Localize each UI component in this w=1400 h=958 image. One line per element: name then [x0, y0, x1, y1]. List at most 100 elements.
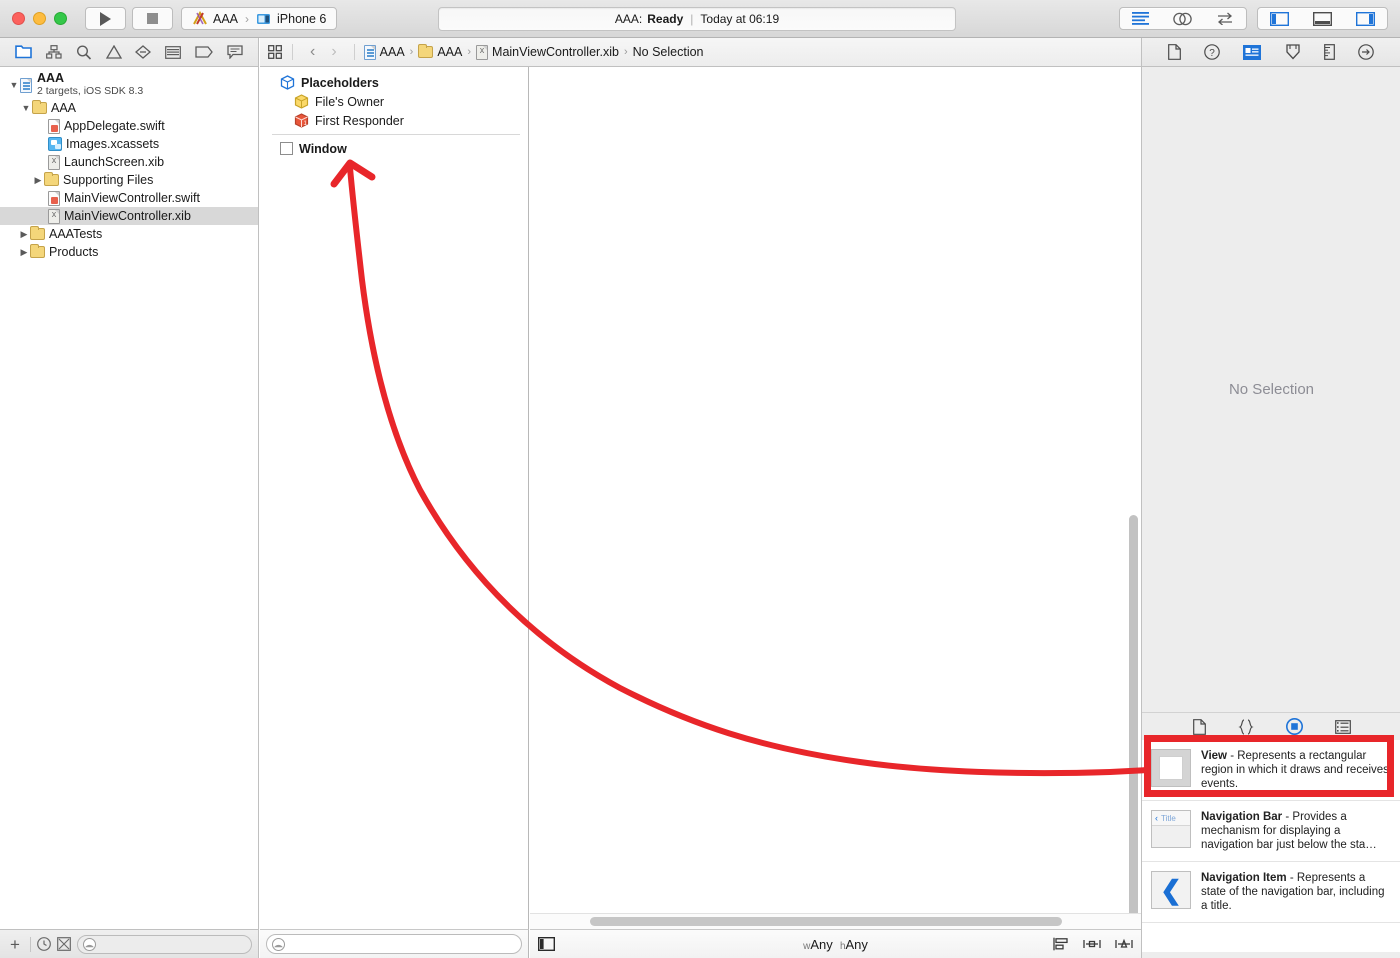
pin-button[interactable] — [1083, 937, 1101, 951]
lines-icon — [1132, 12, 1149, 25]
object-library-list[interactable]: View - Represents a rectangular region i… — [1142, 740, 1400, 952]
disclosure-triangle[interactable]: ▼ — [20, 103, 32, 113]
toggle-navigator-button[interactable] — [1258, 8, 1301, 29]
connections-inspector-tab[interactable] — [1358, 44, 1375, 60]
outline-row-placeholders[interactable]: Placeholders — [260, 73, 528, 92]
toggle-utilities-button[interactable] — [1344, 8, 1387, 29]
library-item-view[interactable]: View - Represents a rectangular region i… — [1142, 740, 1400, 801]
align-button[interactable] — [1053, 937, 1069, 951]
toggle-debug-area-button[interactable] — [1301, 8, 1344, 29]
library-item-navigation-bar[interactable]: ‹ Title Navigation Bar - Provides a mech… — [1142, 801, 1400, 862]
traffic-lights — [12, 12, 67, 25]
outline-row-files-owner[interactable]: File's Owner — [260, 92, 528, 111]
navigate-forward-button[interactable]: › — [323, 43, 344, 61]
tree-row-appdelegate[interactable]: AppDelegate.swift — [0, 117, 258, 135]
project-navigator[interactable]: ▼ AAA 2 targets, iOS SDK 8.3 ▼ AAA AppDe… — [0, 67, 259, 929]
breadcrumb-label: No Selection — [632, 45, 704, 59]
modified-files-icon — [57, 937, 71, 951]
tree-row-project[interactable]: ▼ AAA 2 targets, iOS SDK 8.3 — [0, 71, 258, 99]
log-navigator-tab[interactable] — [227, 45, 243, 59]
breakpoint-navigator-tab[interactable] — [195, 46, 214, 58]
tree-row-mainviewcontroller-swift[interactable]: MainViewController.swift — [0, 189, 258, 207]
library-item-navigation-item[interactable]: ❮ Navigation Item - Represents a state o… — [1142, 862, 1400, 923]
add-file-button[interactable]: + — [6, 936, 24, 953]
navigator-selector-bar — [0, 38, 259, 67]
tree-row-supporting-files[interactable]: ▶ Supporting Files — [0, 171, 258, 189]
breadcrumb-item-project[interactable]: AAA — [363, 44, 405, 60]
tree-row-aaatests[interactable]: ▶ AAATests — [0, 225, 258, 243]
symbol-navigator-tab[interactable] — [45, 45, 62, 59]
document-outline[interactable]: Placeholders File's Owner 1 First Respon… — [260, 67, 529, 929]
canvas-horizontal-scrollbar[interactable] — [530, 913, 1141, 929]
breadcrumb-item-group[interactable]: AAA — [418, 44, 462, 59]
library-item-dash: - — [1282, 811, 1293, 823]
outline-filter-bar — [260, 929, 529, 958]
scheme-name: AAA — [213, 11, 239, 26]
issue-navigator-tab[interactable] — [105, 45, 122, 59]
size-class-indicator[interactable]: wAny hAny — [530, 937, 1141, 952]
zoom-window-button[interactable] — [54, 12, 67, 25]
version-editor-button[interactable] — [1204, 8, 1246, 29]
toggle-document-outline-button[interactable] — [538, 937, 555, 951]
code-snippet-library-tab[interactable] — [1234, 717, 1258, 737]
tree-row-mainviewcontroller-xib[interactable]: MainViewController.xib — [0, 207, 258, 225]
disclosure-triangle[interactable]: ▶ — [18, 247, 30, 258]
attributes-inspector-tab[interactable] — [1285, 44, 1301, 60]
filter-search-icon — [82, 937, 96, 951]
identity-inspector-tab[interactable] — [1243, 44, 1262, 60]
play-icon — [100, 11, 111, 26]
clock-icon — [37, 937, 51, 951]
scrollbar-thumb[interactable] — [1129, 515, 1138, 919]
editor-mode-group — [1119, 7, 1247, 30]
file-template-library-tab[interactable] — [1189, 717, 1210, 737]
tree-row-images-xcassets[interactable]: Images.xcassets — [0, 135, 258, 153]
folder-icon — [30, 226, 45, 240]
first-responder-icon: 1 — [294, 113, 309, 128]
media-library-tab[interactable] — [1331, 718, 1355, 736]
project-navigator-tab[interactable] — [15, 45, 32, 59]
canvas-vertical-scrollbar[interactable] — [1126, 67, 1141, 919]
interface-builder-canvas[interactable] — [530, 67, 1141, 913]
disclosure-triangle[interactable]: ▶ — [18, 229, 30, 240]
navigator-filter-input[interactable] — [76, 934, 252, 954]
navigate-back-button[interactable]: ‹ — [302, 43, 323, 61]
related-items-button[interactable] — [268, 45, 283, 59]
debug-navigator-tab[interactable] — [165, 45, 182, 59]
quick-help-inspector-tab[interactable]: ? — [1204, 44, 1220, 60]
run-button[interactable] — [85, 7, 126, 30]
close-window-button[interactable] — [12, 12, 25, 25]
jump-bar: ‹ › AAA › AAA › MainViewController.xib ›… — [260, 38, 1141, 67]
outline-filter-input[interactable] — [266, 934, 522, 954]
object-library-tab[interactable] — [1282, 716, 1307, 737]
minimize-window-button[interactable] — [33, 12, 46, 25]
breadcrumb-item-selection[interactable]: No Selection — [633, 45, 704, 59]
tree-row-launchscreen-xib[interactable]: LaunchScreen.xib — [0, 153, 258, 171]
folder-icon — [30, 244, 45, 258]
tree-row-products[interactable]: ▶ Products — [0, 243, 258, 261]
scrollbar-thumb[interactable] — [590, 917, 1062, 926]
tree-item-label: AAATests — [49, 227, 103, 241]
standard-editor-button[interactable] — [1120, 8, 1161, 29]
outline-row-first-responder[interactable]: 1 First Responder — [260, 111, 528, 130]
scheme-selector[interactable]: AAA › iPhone 6 — [181, 7, 338, 30]
list-icon — [165, 45, 182, 59]
outline-row-window[interactable]: Window — [260, 139, 528, 158]
outline-row-label: Placeholders — [301, 75, 379, 90]
stop-button[interactable] — [132, 7, 173, 30]
assistant-editor-button[interactable] — [1161, 8, 1204, 29]
size-class-width-value: Any — [810, 936, 833, 952]
file-inspector-tab[interactable] — [1167, 44, 1181, 60]
resolve-issues-button[interactable] — [1115, 937, 1133, 951]
filter-source-control-button[interactable] — [57, 937, 71, 951]
size-inspector-tab[interactable] — [1324, 44, 1335, 60]
find-navigator-tab[interactable] — [76, 44, 92, 60]
test-navigator-tab[interactable] — [135, 45, 152, 59]
tree-item-label: LaunchScreen.xib — [64, 155, 165, 169]
venn-icon — [1173, 12, 1192, 25]
disclosure-triangle[interactable]: ▶ — [32, 175, 44, 186]
breadcrumb-item-file[interactable]: MainViewController.xib — [476, 44, 619, 60]
tree-row-group-aaa[interactable]: ▼ AAA — [0, 99, 258, 117]
disclosure-triangle[interactable]: ▼ — [8, 80, 20, 90]
arrow-circle-icon — [1358, 44, 1375, 60]
filter-recent-button[interactable] — [37, 937, 51, 951]
